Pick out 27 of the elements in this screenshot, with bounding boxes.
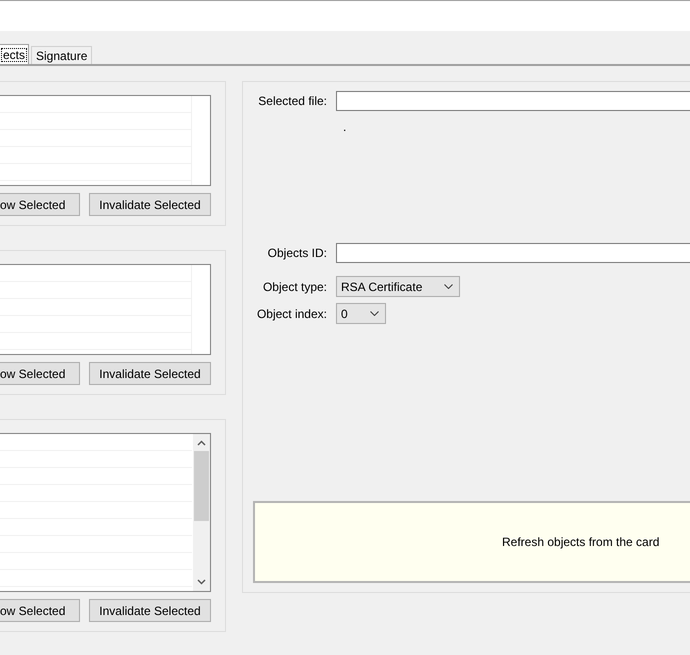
show-selected-button[interactable]: ow Selected (0, 599, 80, 622)
field-label: Objects ID: (266, 245, 327, 262)
text-field[interactable] (336, 91, 690, 111)
scroll-up-icon[interactable] (197, 440, 206, 446)
list-view[interactable] (0, 264, 211, 355)
status-text: . (343, 121, 346, 133)
dropdown[interactable]: 0 (336, 303, 386, 324)
chevron-down-icon (444, 284, 453, 289)
field-label: Object type: (262, 278, 327, 296)
refresh-panel[interactable]: Refresh objects from the card (253, 501, 690, 583)
list-view[interactable] (0, 95, 211, 186)
dropdown[interactable]: RSA Certificate (336, 276, 460, 297)
text-field[interactable] (336, 243, 690, 263)
tab[interactable]: ects (0, 44, 30, 64)
invalidate-button[interactable]: Invalidate Selected (89, 599, 211, 622)
scrollbar[interactable] (193, 434, 210, 591)
refresh-text: Refresh objects from the card (502, 534, 660, 551)
field-label: Selected file: (257, 93, 327, 110)
invalidate-button[interactable]: Invalidate Selected (89, 362, 211, 385)
tab[interactable]: Signature (31, 46, 92, 64)
show-selected-button[interactable]: ow Selected (0, 193, 80, 216)
invalidate-button[interactable]: Invalidate Selected (89, 193, 211, 216)
chevron-down-icon (370, 311, 379, 316)
scroll-down-icon[interactable] (197, 579, 206, 585)
show-selected-button[interactable]: ow Selected (0, 362, 80, 385)
scroll-thumb[interactable] (194, 451, 209, 521)
field-label: Object index: (256, 306, 327, 322)
